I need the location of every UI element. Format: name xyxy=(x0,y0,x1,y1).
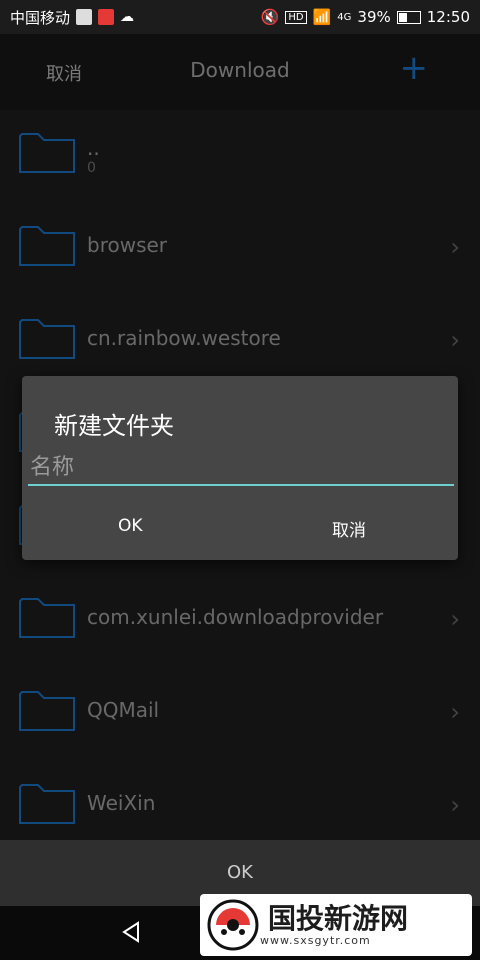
watermark: 国投新游网 www.sxsgytr.com xyxy=(200,894,472,956)
wifi-icon: 📶 xyxy=(312,8,332,26)
status-bar: 中国移动 ☁ 🔇 HD 📶 4G 39% 12:50 xyxy=(0,0,480,34)
cloud-icon: ☁ xyxy=(120,9,135,25)
watermark-logo-icon xyxy=(207,899,259,951)
network-type: 4G xyxy=(337,11,352,23)
back-icon[interactable] xyxy=(120,920,144,944)
navigation-bar: 国投新游网 www.sxsgytr.com xyxy=(0,894,480,960)
dialog-cancel-button[interactable]: 取消 xyxy=(332,516,366,541)
dialog-title: 新建文件夹 xyxy=(54,412,174,440)
new-folder-dialog: 新建文件夹 OK 取消 xyxy=(22,376,458,560)
clock: 12:50 xyxy=(426,8,470,26)
mute-icon: 🔇 xyxy=(260,8,280,26)
folder-name-input[interactable] xyxy=(28,450,454,486)
carrier-name: 中国移动 xyxy=(10,8,71,27)
app-notification-icon xyxy=(98,9,115,25)
status-right: 🔇 HD 📶 4G 39% 12:50 xyxy=(261,8,470,26)
hd-icon: HD xyxy=(285,10,307,24)
dialog-ok-button[interactable]: OK xyxy=(118,516,143,536)
battery-percent: 39% xyxy=(357,8,391,26)
watermark-text: 国投新游网 xyxy=(268,901,409,935)
battery-icon xyxy=(396,10,421,24)
media-app-icon xyxy=(76,9,93,25)
watermark-url: www.sxsgytr.com xyxy=(260,933,371,947)
status-left: 中国移动 ☁ xyxy=(10,7,134,28)
